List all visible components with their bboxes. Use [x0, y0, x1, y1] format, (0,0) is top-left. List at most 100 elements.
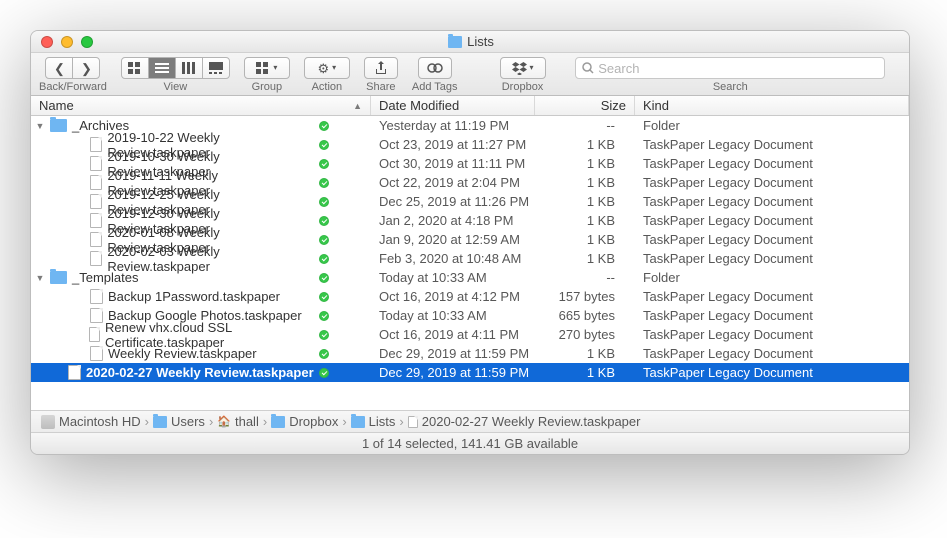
document-icon: [90, 308, 103, 323]
item-name: 2020-02-27 Weekly Review.taskpaper: [86, 365, 314, 380]
size: 1 KB: [535, 137, 635, 152]
synced-icon: [319, 311, 329, 321]
folder-icon: [351, 416, 365, 428]
file-row[interactable]: 2020-02-03 Weekly Review.taskpaperFeb 3,…: [31, 249, 909, 268]
date-modified: Oct 30, 2019 at 11:11 PM: [371, 156, 535, 171]
kind: TaskPaper Legacy Document: [635, 289, 909, 304]
folder-icon: [271, 416, 285, 428]
toolbar: ❮ ❯ Back/Forward View ▾ Group ⚙▾ Action …: [31, 53, 909, 96]
view-icon-button[interactable]: [121, 57, 149, 79]
kind: TaskPaper Legacy Document: [635, 232, 909, 247]
column-name[interactable]: Name▲: [31, 96, 371, 115]
crumb-label: Lists: [369, 414, 396, 429]
synced-icon: [319, 273, 329, 283]
file-row[interactable]: Renew vhx.cloud SSL Certificate.taskpape…: [31, 325, 909, 344]
path-crumb[interactable]: 🏠 thall: [217, 414, 259, 429]
view-column-button[interactable]: [175, 57, 203, 79]
crumb-label: Macintosh HD: [59, 414, 141, 429]
crumb-label: Dropbox: [289, 414, 338, 429]
titlebar[interactable]: Lists: [31, 31, 909, 53]
path-crumb[interactable]: Macintosh HD: [41, 414, 141, 429]
group-button[interactable]: ▾: [244, 57, 290, 79]
kind: TaskPaper Legacy Document: [635, 213, 909, 228]
search-input[interactable]: [598, 61, 878, 76]
action-button[interactable]: ⚙▾: [304, 57, 350, 79]
size: --: [535, 118, 635, 133]
path-crumb[interactable]: Dropbox: [271, 414, 338, 429]
synced-icon: [319, 235, 329, 245]
folder-icon: [448, 36, 462, 48]
size: 1 KB: [535, 194, 635, 209]
size: 1 KB: [535, 346, 635, 361]
document-icon: [90, 137, 103, 152]
size: 665 bytes: [535, 308, 635, 323]
synced-icon: [319, 330, 329, 340]
synced-icon: [319, 178, 329, 188]
kind: TaskPaper Legacy Document: [635, 346, 909, 361]
kind: Folder: [635, 118, 909, 133]
path-bar[interactable]: Macintosh HD›Users›🏠thall›Dropbox›Lists›…: [31, 410, 909, 432]
chevron-right-icon: ›: [399, 414, 403, 429]
date-modified: Oct 23, 2019 at 11:27 PM: [371, 137, 535, 152]
crumb-label: thall: [235, 414, 259, 429]
finder-window: Lists ❮ ❯ Back/Forward View ▾ Group ⚙▾: [30, 30, 910, 455]
folder-row[interactable]: ▼_TemplatesToday at 10:33 AM--Folder: [31, 268, 909, 287]
folder-icon: [50, 271, 67, 284]
view-gallery-button[interactable]: [202, 57, 230, 79]
path-crumb[interactable]: Lists: [351, 414, 396, 429]
date-modified: Yesterday at 11:19 PM: [371, 118, 535, 133]
share-button[interactable]: [364, 57, 398, 79]
date-modified: Today at 10:33 AM: [371, 308, 535, 323]
column-header: Name▲ Date Modified Size Kind: [31, 96, 909, 116]
toolbar-label-group: Group: [252, 81, 283, 93]
view-list-button[interactable]: [148, 57, 176, 79]
file-list[interactable]: ▼_ArchivesYesterday at 11:19 PM--Folder2…: [31, 116, 909, 382]
toolbar-label-share: Share: [366, 81, 395, 93]
chevron-right-icon: ›: [263, 414, 267, 429]
document-icon: [90, 289, 103, 304]
toolbar-label-nav: Back/Forward: [39, 81, 107, 93]
dropbox-button[interactable]: ▾: [500, 57, 546, 79]
kind: TaskPaper Legacy Document: [635, 156, 909, 171]
file-row[interactable]: 2020-02-27 Weekly Review.taskpaper Dec 29…: [31, 363, 909, 382]
disclosure-triangle-icon[interactable]: ▼: [35, 273, 45, 283]
document-icon: [89, 327, 100, 342]
kind: Folder: [635, 270, 909, 285]
date-modified: Oct 22, 2019 at 2:04 PM: [371, 175, 535, 190]
size: 157 bytes: [535, 289, 635, 304]
kind: TaskPaper Legacy Document: [635, 308, 909, 323]
synced-icon: [319, 254, 329, 264]
kind: TaskPaper Legacy Document: [635, 365, 909, 380]
path-crumb[interactable]: 2020-02-27 Weekly Review.taskpaper: [408, 414, 641, 429]
toolbar-label-tags: Add Tags: [412, 81, 458, 93]
column-size[interactable]: Size: [535, 96, 635, 115]
item-name: Renew vhx.cloud SSL Certificate.taskpape…: [105, 320, 319, 350]
forward-button[interactable]: ❯: [72, 57, 100, 79]
column-date-modified[interactable]: Date Modified: [371, 96, 535, 115]
kind: TaskPaper Legacy Document: [635, 137, 909, 152]
size: 1 KB: [535, 213, 635, 228]
document-icon: [90, 194, 103, 209]
toolbar-label-view: View: [164, 81, 188, 93]
column-kind[interactable]: Kind: [635, 96, 909, 115]
search-field[interactable]: [575, 57, 885, 79]
back-button[interactable]: ❮: [45, 57, 73, 79]
chevron-right-icon: ›: [145, 414, 149, 429]
synced-icon: [319, 368, 329, 378]
date-modified: Dec 29, 2019 at 11:59 PM: [371, 365, 535, 380]
tags-button[interactable]: [418, 57, 452, 79]
item-name: Weekly Review.taskpaper: [108, 346, 257, 361]
file-row[interactable]: Backup 1Password.taskpaperOct 16, 2019 a…: [31, 287, 909, 306]
document-icon: [90, 346, 103, 361]
document-icon: [90, 232, 103, 247]
file-row[interactable]: Weekly Review.taskpaperDec 29, 2019 at 1…: [31, 344, 909, 363]
path-crumb[interactable]: Users: [153, 414, 205, 429]
search-icon: [582, 62, 594, 74]
item-name: 2020-02-03 Weekly Review.taskpaper: [107, 244, 319, 274]
toolbar-label-dropbox: Dropbox: [502, 81, 544, 93]
home-icon: 🏠: [217, 415, 231, 428]
size: 1 KB: [535, 232, 635, 247]
document-icon: [90, 213, 103, 228]
kind: TaskPaper Legacy Document: [635, 194, 909, 209]
window-title: Lists: [467, 34, 494, 49]
